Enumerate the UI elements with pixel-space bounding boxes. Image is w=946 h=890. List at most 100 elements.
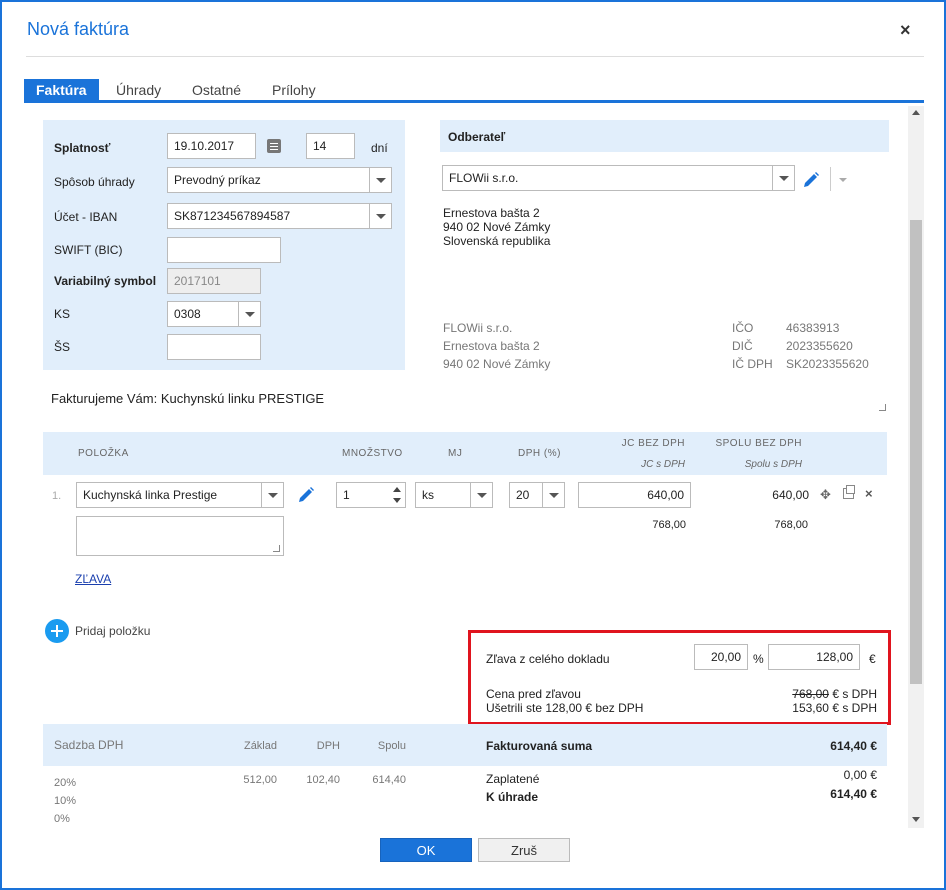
invoiced-label: Fakturovaná suma [486,739,593,753]
ks-select[interactable]: 0308 [167,301,261,327]
item-name: Kuchynská linka Prestige [83,488,218,502]
total-gross-value: 768,00 [774,519,808,531]
qty-value: 1 [343,488,350,502]
scrollbar-thumb[interactable] [910,220,922,684]
saved-value: 153,60 € s DPH [792,701,877,715]
ks-label: KS [54,307,71,321]
swift-label: SWIFT (BIC) [54,243,123,257]
icdph-label: IČ DPH [732,357,773,371]
ok-button[interactable]: OK [380,838,472,862]
total-net-value: 640,00 [772,488,809,502]
chevron-down-icon[interactable] [238,302,260,326]
saved-label: Ušetrili ste 128,00 € bez DPH [486,701,644,715]
add-item-icon[interactable] [45,619,69,643]
iban-value: SK871234567894587 [174,209,291,223]
customer-header: Odberateľ [448,130,506,144]
supplier-line: 940 02 Nové Zámky [443,357,551,371]
price-before-label: Cena pred zľavou [486,687,581,701]
chevron-down-icon[interactable] [470,483,492,507]
unit-select[interactable]: ks [415,482,493,508]
method-label: Spôsob úhrady [54,175,135,189]
icdph-value: SK2023355620 [786,357,869,371]
close-icon[interactable]: × [900,20,911,41]
chevron-down-icon[interactable] [369,168,391,192]
id-labels: IČO DIČ IČ DPH [732,319,773,373]
vat-value: 20 [516,488,530,502]
ss-input[interactable] [167,334,261,360]
customer-header-bar [440,120,889,152]
col-vat: DPH (%) [518,448,561,459]
vat-amount-value: 102,40 [306,774,340,786]
address-line: Slovenská republika [443,234,551,248]
stepper-up-icon[interactable] [393,487,401,492]
more-options-icon[interactable] [839,178,847,182]
chevron-down-icon[interactable] [261,483,283,507]
dic-label: DIČ [732,339,753,353]
calendar-icon[interactable] [267,139,281,153]
add-item-label[interactable]: Pridaj položku [75,624,150,638]
chevron-down-icon[interactable] [542,483,564,507]
splatnost-label: Splatnosť [54,141,111,155]
tab-ostatne[interactable]: Ostatné [180,79,253,101]
vat-rate: 0% [54,813,70,825]
vat-rates: 20% 10% 0% [54,774,76,828]
resize-handle-icon[interactable] [273,545,280,552]
swift-input[interactable] [167,237,281,263]
discount-percent-input[interactable]: 20,00 [694,644,748,670]
supplier-line: FLOWii s.r.o. [443,321,513,335]
days-label: dní [371,141,388,155]
item-name-select[interactable]: Kuchynská linka Prestige [76,482,284,508]
move-icon[interactable]: ✥ [820,487,831,503]
resize-handle-icon[interactable] [879,404,886,411]
splatnost-date-input[interactable]: 19.10.2017 [167,133,256,159]
delete-icon[interactable]: × [865,486,873,501]
scroll-up-icon[interactable] [912,110,920,115]
item-note-textarea[interactable] [76,516,284,556]
tabs-underline [24,100,924,103]
customer-address: Ernestova bašta 2 940 02 Nové Zámky Slov… [443,206,550,248]
supplier-line: Ernestova bašta 2 [443,339,540,353]
vat-total-value: 614,40 [372,774,406,786]
address-line: Ernestova bašta 2 [443,206,540,220]
price-before-suffix: € s DPH [832,687,877,701]
scroll-down-icon[interactable] [912,817,920,822]
tab-uhrady[interactable]: Úhrady [104,79,173,101]
stepper-down-icon[interactable] [393,498,401,503]
vat-select[interactable]: 20 [509,482,565,508]
price-gross-value: 768,00 [652,519,686,531]
col-qty: MNOŽSTVO [342,448,403,459]
customer-select[interactable]: FLOWii s.r.o. [442,165,795,191]
divider [830,167,831,191]
col-total-gross: Spolu s DPH [744,459,802,470]
copy-icon[interactable] [843,485,855,499]
col-item: POLOŽKA [78,448,129,459]
iban-select[interactable]: SK871234567894587 [167,203,392,229]
vat-rate: 10% [54,795,77,807]
discount-amount-input[interactable]: 128,00 [768,644,860,670]
cancel-button[interactable]: Zruš [478,838,570,862]
days-input[interactable]: 14 [306,133,355,159]
intro-text: Fakturujeme Vám: Kuchynskú linku PRESTIG… [51,391,325,406]
tab-faktura[interactable]: Faktúra [24,79,99,101]
vat-rate: 20% [54,777,77,789]
currency-sign: € [869,652,876,666]
supplier-info: FLOWii s.r.o. Ernestova bašta 2 940 02 N… [443,319,550,373]
item-discount-link[interactable]: ZĽAVA [75,572,111,586]
intro-textarea[interactable]: Fakturujeme Vám: Kuchynskú linku PRESTIG… [43,382,889,414]
col-price-gross: JC s DPH [641,459,685,470]
dic-value: 2023355620 [786,339,853,353]
method-select[interactable]: Prevodný príkaz [167,167,392,193]
tab-prilohy[interactable]: Prílohy [260,79,328,101]
invoiced-value: 614,40 € [830,739,877,753]
vs-label: Variabilný symbol [54,274,157,288]
ico-label: IČO [732,321,754,335]
vat-base-header: Základ [243,740,277,752]
edit-item-icon[interactable] [297,486,315,504]
edit-customer-icon[interactable] [802,171,820,189]
price-net-input[interactable]: 640,00 [578,482,691,508]
chevron-down-icon[interactable] [772,166,794,190]
chevron-down-icon[interactable] [369,204,391,228]
paid-value: 0,00 € [843,768,877,782]
vat-total-header: Spolu [377,740,406,752]
qty-stepper[interactable]: 1 [336,482,406,508]
